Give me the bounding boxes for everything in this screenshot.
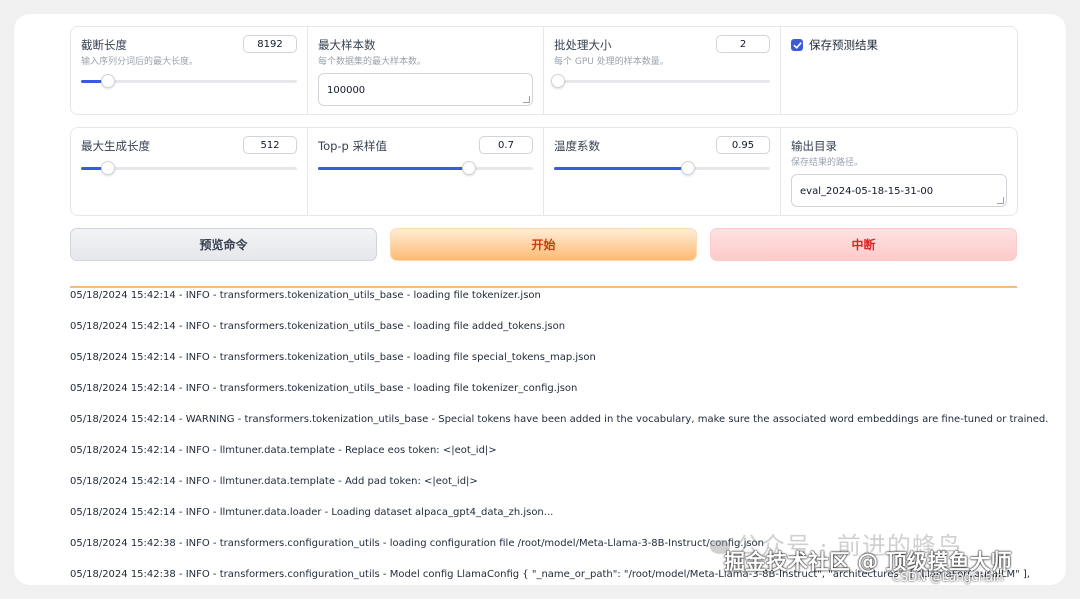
temperature-slider[interactable] — [554, 161, 770, 175]
log-line: 05/18/2024 15:42:38 - INFO - transformer… — [70, 569, 1030, 580]
temperature-block: 温度系数 0.95 — [544, 128, 781, 215]
log-line: 05/18/2024 15:42:14 - INFO - llmtuner.da… — [70, 445, 497, 456]
progress-bar — [70, 286, 1017, 288]
max-samples-value: 100000 — [327, 85, 366, 96]
output-dir-label: 输出目录 — [791, 139, 837, 153]
max-samples-block: 最大样本数 每个数据集的最大样本数。 100000 — [308, 27, 544, 114]
settings-row-2: 最大生成长度 512 Top-p 采样值 0.7 温度系数 0.95 输出目录 … — [70, 127, 1018, 216]
top-p-input[interactable]: 0.7 — [479, 136, 533, 154]
log-line: 05/18/2024 15:42:14 - INFO - llmtuner.da… — [70, 476, 478, 487]
output-log[interactable]: 05/18/2024 15:42:14 - INFO - transformer… — [70, 289, 1060, 585]
settings-row-1: 截断长度 输入序列分词后的最大长度。 8192 最大样本数 每个数据集的最大样本… — [70, 26, 1018, 115]
cutoff-len-block: 截断长度 输入序列分词后的最大长度。 8192 — [71, 27, 308, 114]
resize-handle-icon[interactable] — [997, 197, 1004, 204]
log-line: 05/18/2024 15:42:14 - INFO - transformer… — [70, 383, 578, 394]
batch-size-block: 批处理大小 每个 GPU 处理的样本数量。 2 — [544, 27, 781, 114]
predict-checkbox-row[interactable]: 保存预测结果 — [791, 37, 878, 53]
predict-label: 保存预测结果 — [809, 38, 878, 52]
cutoff-len-label: 截断长度 — [81, 38, 127, 52]
temperature-input[interactable]: 0.95 — [716, 136, 770, 154]
slider-thumb[interactable] — [101, 161, 115, 175]
top-p-label: Top-p 采样值 — [318, 139, 388, 153]
slider-thumb[interactable] — [461, 161, 476, 175]
max-new-tokens-label: 最大生成长度 — [81, 139, 150, 153]
output-dir-desc: 保存结果的路径。 — [791, 158, 864, 168]
log-line: 05/18/2024 15:42:38 - INFO - transformer… — [70, 538, 765, 549]
max-samples-label: 最大样本数 — [318, 38, 376, 52]
slider-thumb[interactable] — [680, 161, 695, 175]
slider-thumb[interactable] — [101, 74, 115, 88]
app-window: 截断长度 输入序列分词后的最大长度。 8192 最大样本数 每个数据集的最大样本… — [14, 14, 1066, 585]
output-dir-value: eval_2024-05-18-15-31-00 — [800, 186, 934, 197]
max-samples-input[interactable]: 100000 — [318, 73, 533, 106]
max-new-tokens-slider[interactable] — [81, 161, 297, 175]
max-new-tokens-block: 最大生成长度 512 — [71, 128, 308, 215]
batch-size-label: 批处理大小 — [554, 38, 612, 52]
top-p-slider[interactable] — [318, 161, 533, 175]
slider-fill — [318, 167, 469, 170]
cutoff-len-desc: 输入序列分词后的最大长度。 — [81, 57, 199, 67]
top-p-block: Top-p 采样值 0.7 — [308, 128, 544, 215]
output-dir-input[interactable]: eval_2024-05-18-15-31-00 — [791, 174, 1007, 207]
predict-checkbox[interactable] — [791, 39, 803, 51]
resize-handle-icon[interactable] — [523, 96, 530, 103]
max-samples-desc: 每个数据集的最大样本数。 — [318, 57, 427, 67]
batch-size-input[interactable]: 2 — [716, 35, 770, 53]
batch-size-slider[interactable] — [551, 74, 770, 88]
log-line: 05/18/2024 15:42:14 - INFO - transformer… — [70, 290, 541, 301]
cutoff-len-slider[interactable] — [81, 74, 297, 88]
log-line: 05/18/2024 15:42:14 - INFO - transformer… — [70, 352, 596, 363]
checkmark-icon — [793, 41, 802, 49]
stop-button[interactable]: 中断 — [710, 228, 1017, 261]
log-line: 05/18/2024 15:42:14 - INFO - llmtuner.da… — [70, 507, 554, 518]
cutoff-len-input[interactable]: 8192 — [243, 35, 297, 53]
max-new-tokens-input[interactable]: 512 — [243, 136, 297, 154]
temperature-label: 温度系数 — [554, 139, 600, 153]
log-line: 05/18/2024 15:42:14 - INFO - transformer… — [70, 321, 566, 332]
start-button[interactable]: 开始 — [390, 228, 697, 261]
batch-size-desc: 每个 GPU 处理的样本数量。 — [554, 57, 669, 67]
slider-thumb[interactable] — [551, 74, 566, 88]
preview-command-button[interactable]: 预览命令 — [70, 228, 377, 261]
output-dir-block: 输出目录 保存结果的路径。 eval_2024-05-18-15-31-00 — [781, 128, 1017, 215]
predict-block: 保存预测结果 — [781, 27, 1017, 114]
slider-fill — [554, 167, 688, 170]
log-line: 05/18/2024 15:42:14 - WARNING - transfor… — [70, 414, 1049, 425]
